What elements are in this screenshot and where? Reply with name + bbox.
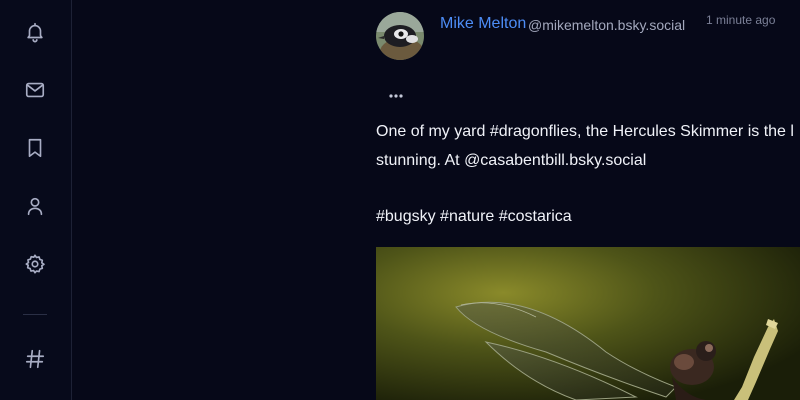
avatar[interactable] (376, 12, 424, 60)
bookmark-icon[interactable] (23, 136, 47, 160)
ellipsis-icon (389, 94, 403, 98)
post-hashtags[interactable]: #bugsky #nature #costarica (376, 205, 572, 229)
post-text-line: One of my yard #dragonflies, the Hercule… (376, 123, 794, 140)
post: Mike Melton @mikemelton.bsky.social 1 mi… (376, 0, 800, 400)
more-options-button[interactable] (386, 86, 406, 106)
post-timestamp[interactable]: 1 minute ago (706, 13, 775, 27)
gear-icon[interactable] (23, 252, 47, 276)
post-text-line: stunning. At @casabentbill.bsky.social (376, 152, 647, 169)
app: Mike Melton @mikemelton.bsky.social 1 mi… (0, 0, 800, 400)
sidebar (0, 0, 72, 400)
bell-icon[interactable] (23, 20, 47, 44)
dragonfly-photo[interactable] (376, 247, 800, 400)
sidebar-divider (23, 314, 47, 315)
user-icon[interactable] (23, 194, 47, 218)
post-body: One of my yard #dragonflies, the Hercule… (376, 118, 800, 176)
envelope-icon[interactable] (23, 78, 47, 102)
author-handle[interactable]: @mikemelton.bsky.social (528, 17, 685, 33)
author-name[interactable]: Mike Melton (440, 15, 526, 33)
hashtag-icon[interactable] (23, 347, 47, 371)
